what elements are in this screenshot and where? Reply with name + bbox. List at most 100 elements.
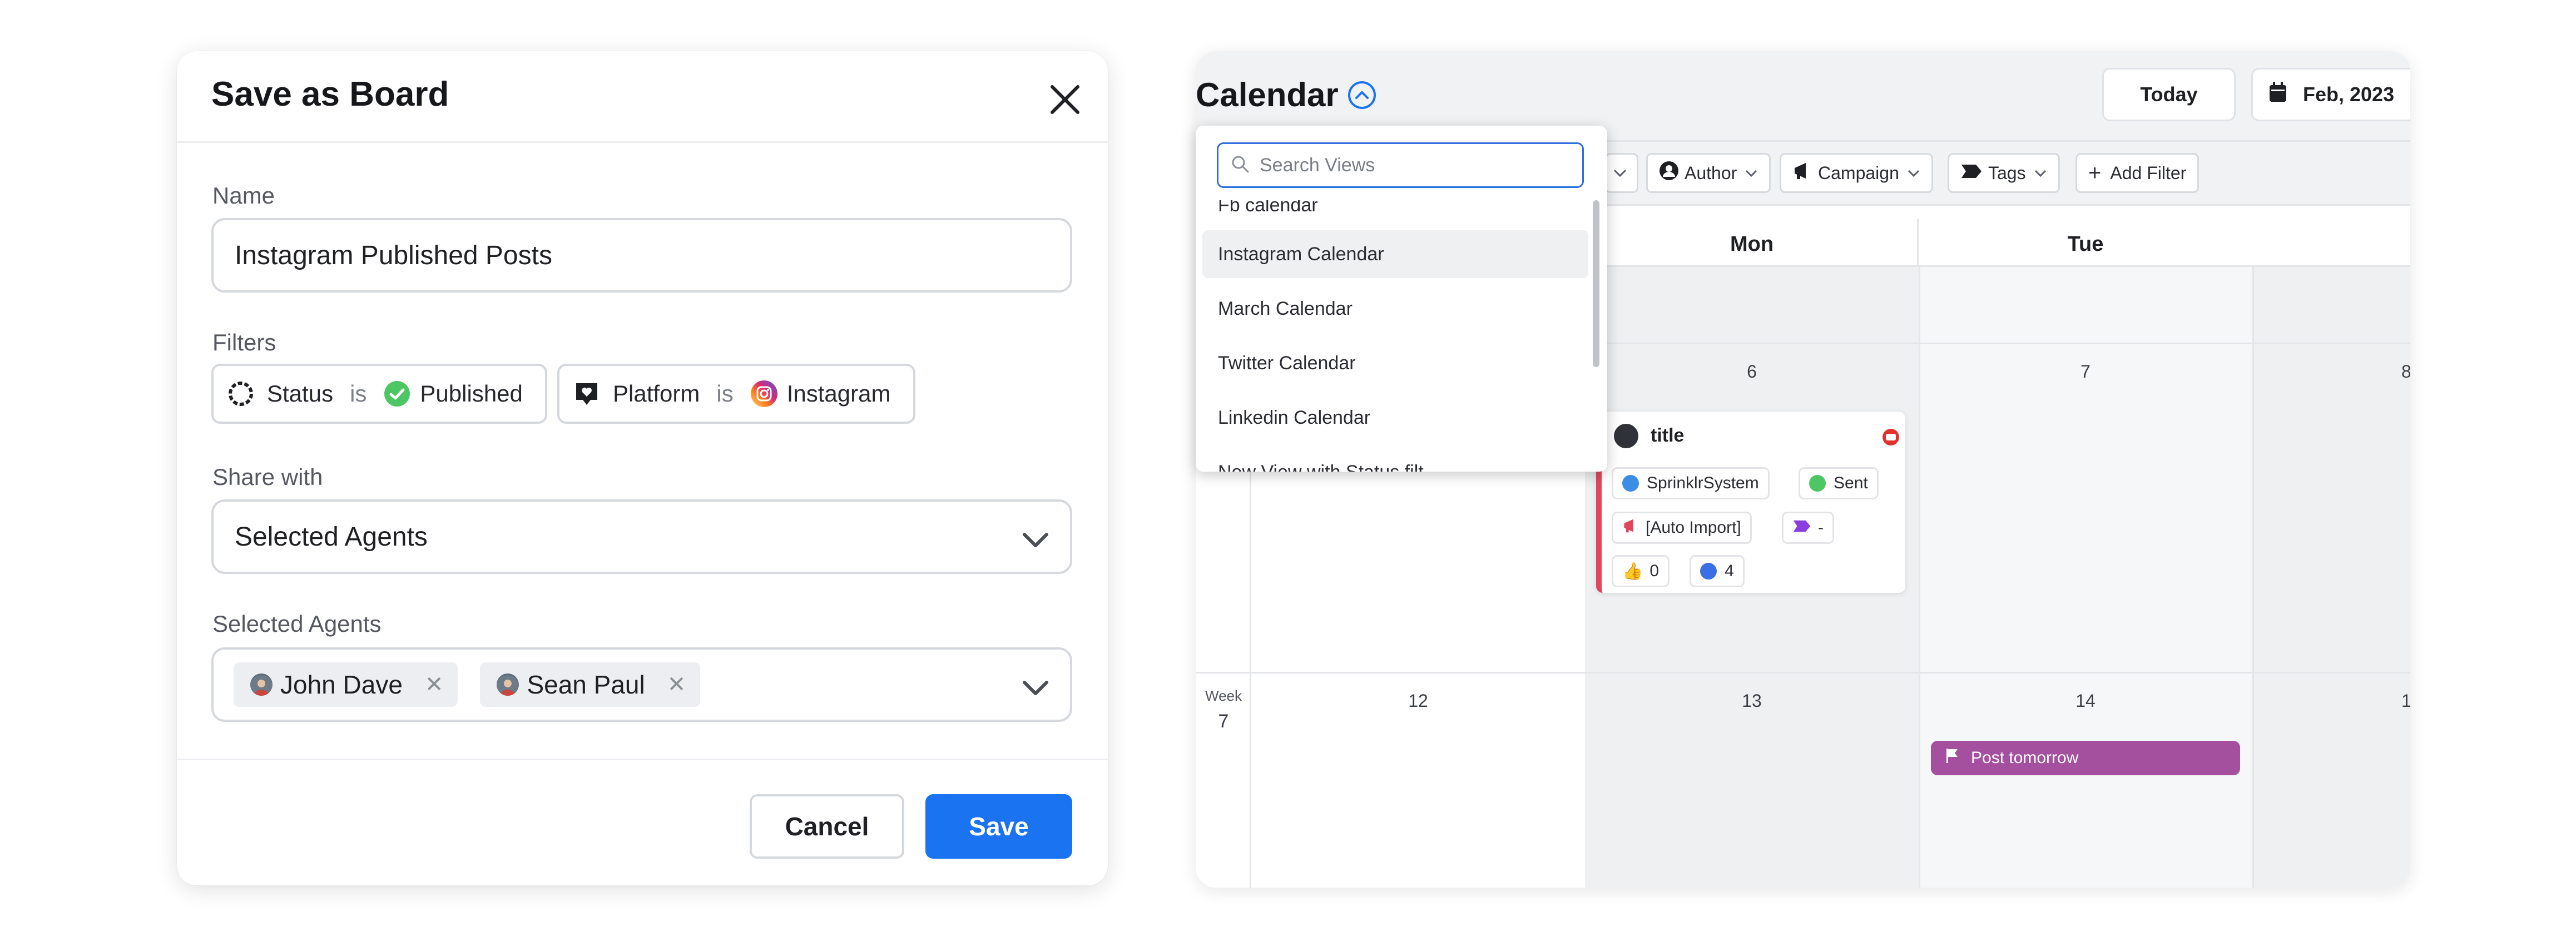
- megaphone-icon: [1792, 161, 1812, 185]
- day-number: 1: [2401, 691, 2410, 711]
- post-card[interactable]: title SprinklrSystem Sent [Auto Import]: [1596, 412, 1905, 593]
- filter-chip-status[interactable]: Status is Published: [211, 364, 547, 424]
- search-views-input[interactable]: Search Views: [1217, 142, 1584, 188]
- share-with-value: Selected Agents: [235, 522, 428, 552]
- check-circle-icon: [383, 380, 411, 408]
- filter-op: is: [716, 380, 734, 407]
- likes-count: 0: [1649, 562, 1659, 580]
- filter-campaign[interactable]: Campaign: [1780, 153, 1933, 193]
- selected-agents-select[interactable]: John Dave ✕ Sean Paul ✕: [211, 647, 1072, 722]
- agent-chip: John Dave ✕: [234, 662, 458, 707]
- post-status: Sent: [1834, 474, 1868, 492]
- day-number: 8: [2401, 361, 2410, 382]
- day-number: 7: [2080, 361, 2090, 382]
- view-item-selected[interactable]: Instagram Calendar: [1202, 230, 1588, 278]
- calendar-title: Calendar: [1196, 76, 1339, 113]
- selected-agents-label: Selected Agents: [212, 611, 382, 637]
- user-icon: [1622, 475, 1639, 492]
- day-number: 13: [1742, 691, 1762, 711]
- filter-tags[interactable]: Tags: [1948, 153, 2060, 193]
- chevron-down-icon: [1021, 674, 1050, 705]
- thumbs-up-icon: 👍: [1622, 562, 1643, 581]
- status-icon: [227, 380, 255, 408]
- agent-name: Sean Paul: [527, 670, 645, 699]
- add-filter-label: Add Filter: [2110, 162, 2187, 183]
- filter-field: Status: [267, 380, 334, 407]
- view-item[interactable]: March Calendar: [1202, 285, 1588, 333]
- post-user: SprinklrSystem: [1647, 474, 1759, 492]
- post-user-tag: SprinklrSystem: [1612, 467, 1770, 499]
- chevron-down-icon: [1021, 526, 1050, 557]
- search-icon: [1231, 155, 1250, 176]
- megaphone-icon: [1622, 518, 1639, 538]
- name-input[interactable]: Instagram Published Posts: [211, 218, 1072, 293]
- view-item[interactable]: Twitter Calendar: [1202, 339, 1588, 387]
- remove-icon[interactable]: ✕: [425, 672, 444, 697]
- post-avatar: [1614, 424, 1638, 448]
- avatar: [250, 673, 273, 696]
- post-import-tag: [Auto Import]: [1612, 512, 1752, 544]
- avatar: [497, 673, 519, 696]
- cancel-button[interactable]: Cancel: [750, 794, 904, 859]
- instagram-icon: [750, 380, 778, 408]
- share-with-label: Share with: [212, 464, 323, 490]
- post-title: title: [1651, 425, 1685, 446]
- date-picker[interactable]: Feb, 2023: [2251, 68, 2410, 121]
- platform-icon: [573, 380, 601, 408]
- post-status-tag: Sent: [1799, 467, 1879, 499]
- event-post-tomorrow[interactable]: Post tomorrow: [1931, 741, 2240, 775]
- filter-label: Author: [1685, 162, 1737, 183]
- event-label: Post tomorrow: [1971, 749, 2079, 767]
- agent-chip: Sean Paul ✕: [480, 662, 701, 707]
- filter-value: Instagram: [786, 380, 891, 407]
- add-filter-button[interactable]: + Add Filter: [2075, 153, 2199, 193]
- filter-op: is: [350, 380, 367, 407]
- agent-name: John Dave: [280, 670, 403, 699]
- name-label: Name: [212, 182, 275, 209]
- today-button[interactable]: Today: [2102, 68, 2236, 121]
- header-divider: [177, 141, 1108, 143]
- day-number: 14: [2075, 691, 2096, 711]
- day-column-tue: [1919, 219, 2252, 888]
- day-header-mon: Mon: [1730, 232, 1774, 256]
- filter-label: Tags: [1988, 162, 2026, 183]
- post-campaign-tag: -: [1782, 512, 1834, 544]
- user-circle-icon: [1659, 161, 1679, 185]
- filter-label: Campaign: [1818, 162, 1899, 183]
- calendar-icon: [2268, 81, 2287, 108]
- post-comments: 4: [1690, 555, 1745, 587]
- post-import: [Auto Import]: [1646, 518, 1741, 537]
- filter-value: Published: [420, 380, 523, 407]
- view-item[interactable]: Fb calendar: [1202, 200, 1588, 229]
- day-header-tue: Tue: [2067, 232, 2104, 256]
- close-icon[interactable]: [1046, 80, 1084, 119]
- week-number: 7: [1218, 711, 1229, 732]
- filters-label: Filters: [212, 329, 276, 355]
- dialog-title: Save as Board: [211, 75, 449, 113]
- post-likes: 👍 0: [1612, 555, 1670, 587]
- filter-pill-partial[interactable]: [1605, 153, 1638, 193]
- name-input-value: Instagram Published Posts: [235, 240, 552, 270]
- tag-icon: [1960, 163, 1983, 184]
- youtube-icon: [1882, 428, 1900, 449]
- share-with-select[interactable]: Selected Agents: [211, 499, 1072, 574]
- search-placeholder: Search Views: [1260, 154, 1375, 176]
- filter-author[interactable]: Author: [1646, 153, 1771, 193]
- row-divider: [1196, 672, 2410, 673]
- tag-icon: [1792, 518, 1811, 537]
- footer-divider: [177, 759, 1108, 760]
- view-item[interactable]: New View with Status filt: [1202, 448, 1588, 472]
- save-button[interactable]: Save: [925, 794, 1072, 859]
- scrollbar[interactable]: [1593, 200, 1599, 367]
- post-campaign: -: [1818, 518, 1824, 537]
- day-header-wed: W: [2252, 232, 2410, 256]
- view-item[interactable]: Linkedin Calendar: [1202, 394, 1588, 442]
- views-dropdown: Search Views Fb calendar Instagram Calen…: [1196, 126, 1607, 472]
- flag-icon: [1945, 747, 1960, 769]
- remove-icon[interactable]: ✕: [667, 672, 686, 697]
- comments-count: 4: [1725, 562, 1734, 580]
- views-list: Fb calendar Instagram Calendar March Cal…: [1196, 200, 1607, 472]
- filter-chip-platform[interactable]: Platform is Instagram: [557, 364, 915, 424]
- week-label: Week: [1205, 687, 1242, 704]
- chevron-up-circle-icon[interactable]: [1347, 80, 1377, 113]
